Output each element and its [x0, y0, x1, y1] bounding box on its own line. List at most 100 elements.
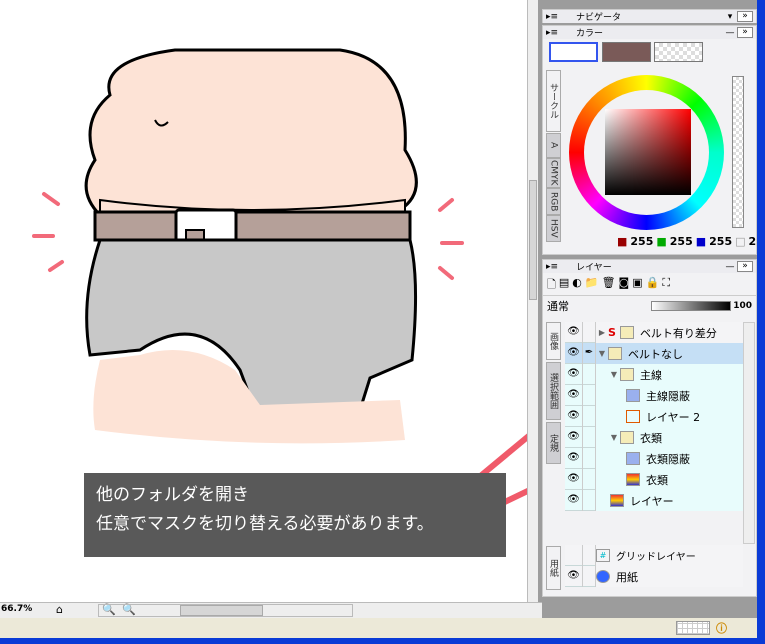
layer-name: ベルトなし [628, 347, 683, 361]
opacity-slider[interactable] [651, 300, 732, 311]
layer-row-clothes-mask[interactable]: 👁 衣類隠蔽 [565, 448, 743, 469]
paper-icon [596, 570, 610, 583]
expand-icon[interactable]: » [737, 27, 753, 38]
collapse-arrow-icon[interactable]: ▼ [608, 370, 620, 379]
transparent-swatch[interactable] [654, 42, 703, 62]
minimize-icon[interactable]: — [723, 28, 737, 38]
scroll-thumb[interactable] [529, 180, 537, 300]
tone-layer-icon [626, 452, 640, 465]
folder-open-icon [620, 431, 634, 444]
expand-icon[interactable]: » [737, 11, 753, 22]
menu-icon[interactable]: ▸≡ [546, 262, 566, 272]
new-folder-icon[interactable]: 📁 [585, 276, 599, 292]
pen-icon: ✒ [583, 343, 596, 364]
alpha-slider[interactable] [732, 76, 744, 228]
info-icon[interactable]: ⓘ [716, 620, 727, 636]
mask-icon[interactable]: ◙ [619, 276, 630, 292]
new-vector-layer-icon[interactable]: ▤ [559, 276, 569, 292]
layer-name: グリッドレイヤー [616, 552, 696, 563]
eye-icon[interactable]: 👁 [565, 322, 583, 343]
layer-name: ベルト有り差分 [639, 326, 717, 340]
eye-icon[interactable]: 👁 [565, 406, 583, 427]
expand-icon[interactable]: » [737, 261, 753, 272]
zoom-in-icon[interactable]: 🔍 [122, 603, 136, 616]
folder-icon [619, 326, 634, 339]
layer-name: レイヤー 2 [646, 410, 701, 424]
new-tone-layer-icon[interactable]: ◐ [572, 276, 582, 292]
red-value: 255 [630, 235, 654, 248]
layer-row-no-belt[interactable]: 👁 ✒ ▼ ベルトなし [565, 343, 743, 364]
saturation-value-square[interactable] [605, 109, 691, 195]
lock-icon[interactable]: 🔒 [646, 276, 660, 292]
layer-row-layer-2[interactable]: 👁 レイヤー 2 [565, 406, 743, 427]
eye-icon[interactable]: 👁 [565, 566, 583, 587]
color-values: ■255 ■255 ■255 □255 [617, 235, 765, 248]
layer-row-layer[interactable]: 👁 レイヤー [565, 490, 743, 511]
green-value: 255 [669, 235, 693, 248]
eye-icon[interactable]: 👁 [565, 385, 583, 406]
tab-hsv[interactable]: HSV [546, 215, 561, 242]
sub-color-swatch[interactable] [602, 42, 651, 62]
collapse-arrow-icon[interactable]: ▼ [596, 349, 608, 358]
tab-ruler[interactable]: 定規 [546, 422, 561, 464]
expand-arrow-icon[interactable]: ▶ [596, 328, 608, 337]
layer-toolbar: 🗋 ▤ ◐ 📁 🗑 ◙ ▣ 🔒 ⛶ [543, 273, 756, 295]
layer-name: 衣類隠蔽 [646, 452, 690, 466]
tab-selection[interactable]: 選択範囲 [546, 362, 561, 420]
collapse-icon[interactable]: ▾ [723, 12, 737, 22]
tab-circle[interactable]: サークル [546, 70, 561, 132]
layer-row-grid[interactable]: # グリッドレイヤー [565, 545, 743, 566]
eye-icon[interactable]: 👁 [565, 343, 583, 364]
layer-name: 衣類 [640, 431, 662, 445]
layer-row-main-line[interactable]: 👁 ▼ 主線 [565, 364, 743, 385]
layer-row-paper[interactable]: 👁 用紙 [565, 566, 743, 587]
color-layer-icon [626, 473, 640, 486]
canvas-bottom-bar: 66.7% ⌂ 🔍 🔍 [0, 602, 542, 618]
canvas[interactable]: 他のフォルダを開き 任意でマスクを切り替える必要があります。 [0, 0, 527, 602]
tab-a[interactable]: A [546, 133, 561, 158]
tab-rgb[interactable]: RGB [546, 188, 561, 215]
main-color-swatch[interactable] [549, 42, 598, 62]
layer-row-clothes[interactable]: 👁 衣類 [565, 469, 743, 490]
caption-line-1: 他のフォルダを開き [96, 485, 249, 505]
tab-cmyk[interactable]: CMYK [546, 158, 561, 188]
navigator-title: ナビゲータ [576, 13, 622, 23]
delete-icon[interactable]: 🗑 [602, 276, 616, 292]
zoom-out-icon[interactable]: 🔍 [102, 603, 116, 616]
vertical-scrollbar[interactable] [527, 0, 538, 602]
new-raster-layer-icon[interactable]: 🗋 [547, 276, 556, 292]
eye-icon[interactable]: 👁 [565, 469, 583, 490]
tab-image[interactable]: 画像 [546, 322, 561, 360]
navigator-panel: ▸≡ ナビゲータ ▾» [542, 9, 757, 23]
layer-name: 主線隠蔽 [646, 389, 690, 403]
menu-icon[interactable]: ▸≡ [546, 28, 566, 38]
horizontal-scroll-thumb[interactable] [180, 605, 263, 616]
layer-title: レイヤー [576, 263, 612, 273]
status-bar: ⓘ [0, 618, 757, 638]
layer-row-belt-variant[interactable]: 👁 ▶ S ベルト有り差分 [565, 322, 743, 343]
folder-open-icon [608, 347, 622, 360]
zoom-slider-handle[interactable]: ⌂ [56, 603, 63, 616]
layer-name: レイヤー [630, 494, 674, 508]
select-all-icon[interactable]: ⛶ [662, 276, 670, 292]
menu-icon[interactable]: ▸≡ [546, 12, 566, 22]
raster-layer-icon [626, 410, 640, 423]
minimize-icon[interactable]: — [723, 262, 737, 272]
blend-mode-select[interactable]: 通常 [547, 298, 651, 314]
layer-scrollbar[interactable] [743, 322, 755, 544]
zoom-value: 66.7% [1, 604, 33, 614]
layer-row-main-line-mask[interactable]: 👁 主線隠蔽 [565, 385, 743, 406]
apply-mask-icon[interactable]: ▣ [632, 276, 642, 292]
folder-open-icon [620, 368, 634, 381]
opacity-value[interactable]: 100 [733, 301, 752, 311]
eye-icon[interactable]: 👁 [565, 490, 583, 511]
eye-icon[interactable]: 👁 [565, 364, 583, 385]
grid-toggle-icon[interactable] [676, 621, 710, 635]
eye-icon[interactable]: 👁 [565, 427, 583, 448]
collapse-arrow-icon[interactable]: ▼ [608, 433, 620, 442]
layer-row-clothes-folder[interactable]: 👁 ▼ 衣類 [565, 427, 743, 448]
tab-paper[interactable]: 用紙 [546, 546, 561, 590]
right-panel: ▸≡ ナビゲータ ▾» ▸≡ カラー —» サークル A CMYK RGB HSV ■ 2… [542, 0, 765, 618]
layer-name: 衣類 [646, 473, 668, 487]
eye-icon[interactable]: 👁 [565, 448, 583, 469]
